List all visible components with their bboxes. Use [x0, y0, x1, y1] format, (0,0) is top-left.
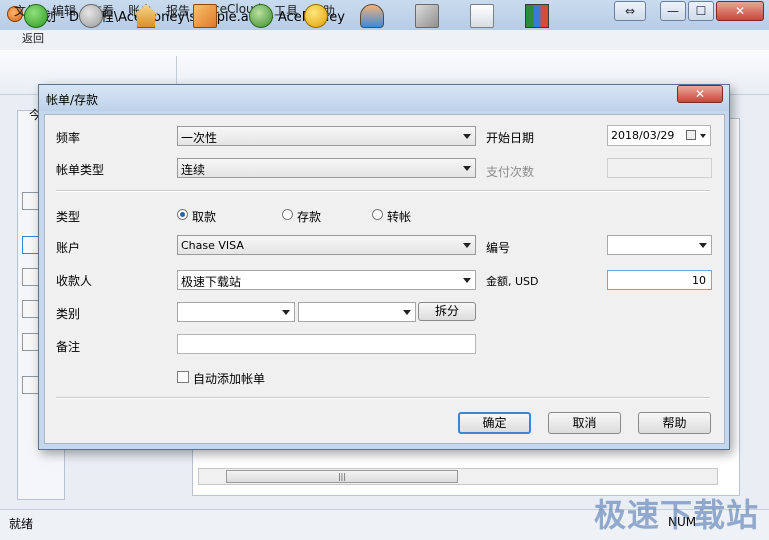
- back-icon[interactable]: [24, 4, 48, 28]
- subcategory-select[interactable]: [298, 302, 416, 322]
- toolbar-separator: [176, 56, 177, 86]
- split-button[interactable]: 拆分: [418, 302, 476, 321]
- chevron-down-icon: [463, 134, 471, 139]
- note-label: 备注: [56, 340, 81, 354]
- menu-edit[interactable]: 编辑: [52, 2, 76, 19]
- menu-reports[interactable]: 报告: [166, 2, 190, 19]
- deposit-radio[interactable]: [282, 209, 293, 220]
- chevron-down-icon: [403, 310, 411, 315]
- frequency-select[interactable]: 一次性: [177, 126, 476, 146]
- forward-icon[interactable]: [79, 4, 103, 28]
- category-select[interactable]: [177, 302, 295, 322]
- scrollbar-thumb[interactable]: |||: [226, 470, 458, 483]
- number-select[interactable]: [607, 235, 712, 255]
- transfer-radio[interactable]: [372, 209, 383, 220]
- payees-icon[interactable]: [360, 4, 384, 28]
- dialog-close-button[interactable]: ✕: [677, 85, 723, 103]
- categories-icon[interactable]: [415, 4, 439, 28]
- frequency-label: 频率: [56, 131, 81, 145]
- maximize-button[interactable]: ☐: [688, 1, 714, 21]
- auto-add-checkbox[interactable]: [177, 371, 189, 383]
- transfer-label[interactable]: 转帐: [387, 208, 411, 225]
- chevron-down-icon: [699, 243, 707, 248]
- close-button[interactable]: ✕: [716, 1, 764, 21]
- payment-count-label: 支付次数: [486, 165, 535, 179]
- chevron-down-icon: [463, 243, 471, 248]
- status-text: 就绪: [9, 517, 34, 531]
- account-select[interactable]: Chase VISA: [177, 235, 476, 255]
- withdrawal-radio[interactable]: [177, 209, 188, 220]
- payee-label: 收款人: [56, 274, 93, 288]
- chevron-down-icon: [282, 310, 290, 315]
- number-label: 编号: [486, 241, 511, 255]
- watermark: 极速下载站: [594, 496, 760, 534]
- category-label: 类别: [56, 307, 81, 321]
- note-input[interactable]: [177, 334, 476, 354]
- withdrawal-label[interactable]: 取款: [192, 208, 216, 225]
- amount-input[interactable]: 10: [607, 270, 712, 290]
- chevron-down-icon: [463, 166, 471, 171]
- payee-select[interactable]: 极速下载站: [177, 270, 476, 290]
- start-date-picker[interactable]: 2018/03/29: [607, 125, 711, 146]
- amount-value: 10: [692, 274, 706, 287]
- accounts-icon[interactable]: [193, 4, 217, 28]
- start-date-value: 2018/03/29: [611, 129, 675, 142]
- deposit-label[interactable]: 存款: [297, 208, 321, 225]
- dialog-title-bar: [39, 85, 729, 111]
- menu-bar: [0, 30, 769, 51]
- start-date-label: 开始日期: [486, 131, 535, 145]
- bill-type-value: 连续: [181, 163, 206, 177]
- schedule-icon[interactable]: [470, 4, 494, 28]
- account-label: 账户: [56, 241, 81, 255]
- chevron-down-icon: [700, 134, 706, 138]
- auto-add-label[interactable]: 自动添加帐单: [193, 370, 265, 387]
- bill-type-label: 帐单类型: [56, 163, 105, 177]
- restore-icon[interactable]: ⇔: [614, 1, 646, 21]
- minimize-button[interactable]: —: [660, 1, 686, 21]
- divider: [56, 397, 710, 399]
- cancel-button[interactable]: 取消: [548, 412, 621, 434]
- menu-tools[interactable]: 工具: [274, 2, 298, 19]
- amount-label: 金额, USD: [486, 275, 539, 288]
- dialog-title: 帐单/存款: [46, 93, 99, 107]
- account-value: Chase VISA: [181, 239, 244, 252]
- reports-icon[interactable]: [525, 4, 549, 28]
- help-button[interactable]: 帮助: [638, 412, 711, 434]
- payee-value: 极速下载站: [181, 275, 242, 289]
- payment-icon[interactable]: [304, 4, 328, 28]
- transfer-icon[interactable]: [249, 4, 273, 28]
- chevron-down-icon: [463, 278, 471, 283]
- calendar-icon[interactable]: [686, 130, 696, 140]
- bill-type-select[interactable]: 连续: [177, 158, 476, 178]
- payment-count-input: [607, 158, 712, 178]
- type-label: 类型: [56, 210, 81, 224]
- frequency-value: 一次性: [181, 131, 218, 145]
- divider: [56, 190, 710, 192]
- ok-button[interactable]: 确定: [458, 412, 531, 434]
- back-label: 返回: [22, 32, 44, 45]
